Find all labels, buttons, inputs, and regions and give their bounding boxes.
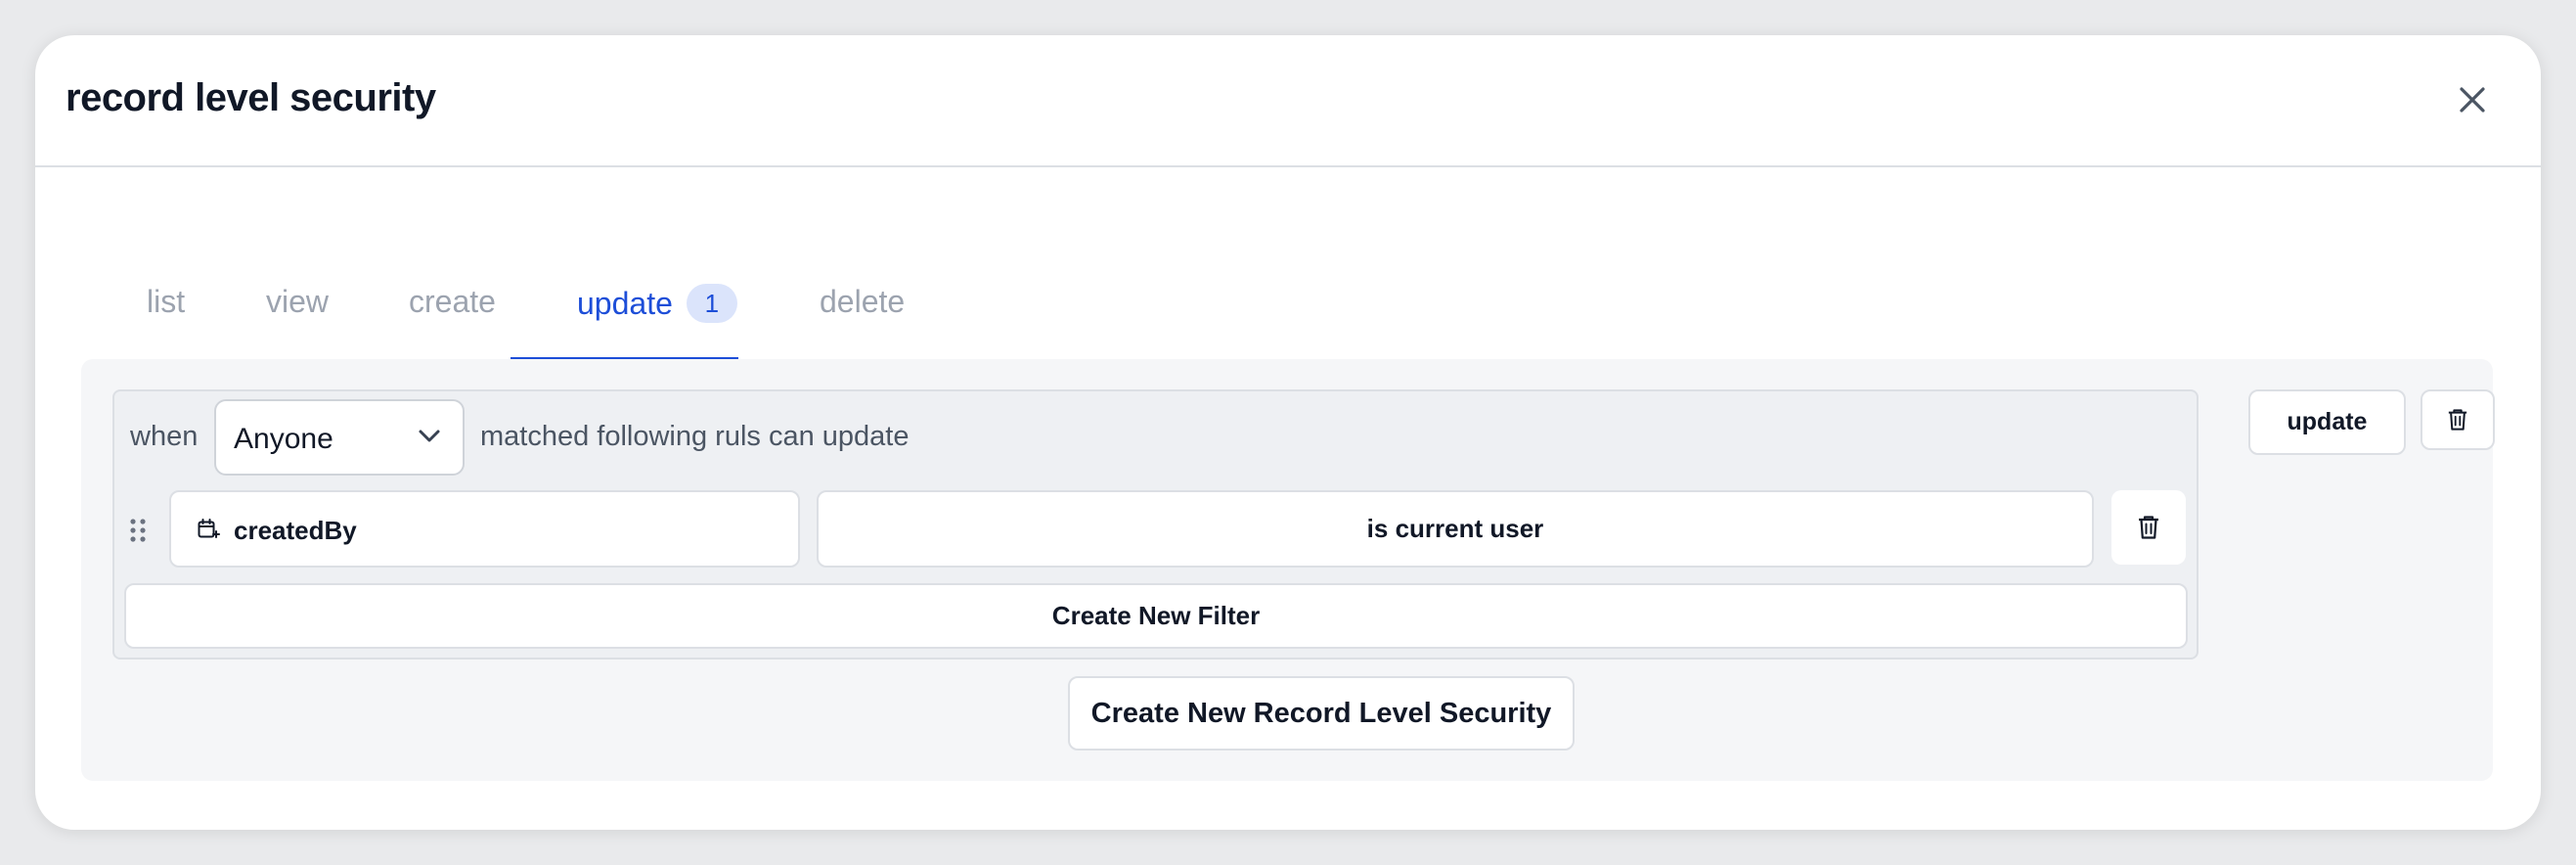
delete-rule-button[interactable] — [2421, 389, 2495, 450]
filter-operator-select[interactable]: is current user — [817, 490, 2094, 568]
tab-view[interactable]: view — [266, 284, 329, 351]
chevron-down-icon — [419, 430, 440, 442]
drag-handle-icon[interactable] — [128, 517, 148, 544]
delete-filter-button[interactable] — [2111, 490, 2186, 565]
filter-field-label: createdBy — [234, 516, 357, 545]
trash-icon — [2139, 516, 2158, 539]
role-select[interactable]: Anyone — [214, 399, 465, 476]
rules-panel: when Anyone matched following ruls can u… — [81, 359, 2495, 781]
tab-list[interactable]: list — [147, 284, 185, 351]
filter-field-select[interactable]: createdBy — [169, 490, 800, 568]
dialog-header: record level security — [35, 35, 2541, 167]
record-level-security-dialog: record level security list view create u… — [35, 35, 2541, 830]
tab-update-label: update — [577, 286, 673, 321]
create-record-level-security-button[interactable]: Create New Record Level Security — [1068, 676, 1575, 751]
when-label: when — [130, 421, 199, 452]
create-new-filter-button[interactable]: Create New Filter — [124, 583, 2188, 649]
matched-rules-text: matched following ruls can update — [480, 421, 910, 452]
tab-update-count-badge: 1 — [686, 284, 737, 323]
update-rule-button[interactable]: update — [2248, 389, 2406, 455]
close-icon — [2460, 87, 2485, 113]
calendar-icon — [198, 519, 220, 538]
role-select-value: Anyone — [234, 423, 333, 455]
trash-icon — [2448, 409, 2467, 431]
dialog-title: record level security — [66, 76, 436, 119]
rule-card: when Anyone matched following ruls can u… — [112, 389, 2198, 660]
tab-delete[interactable]: delete — [820, 284, 905, 351]
tab-create[interactable]: create — [409, 284, 496, 351]
tab-update[interactable]: update 1 — [577, 284, 737, 351]
close-button[interactable] — [2453, 80, 2492, 119]
